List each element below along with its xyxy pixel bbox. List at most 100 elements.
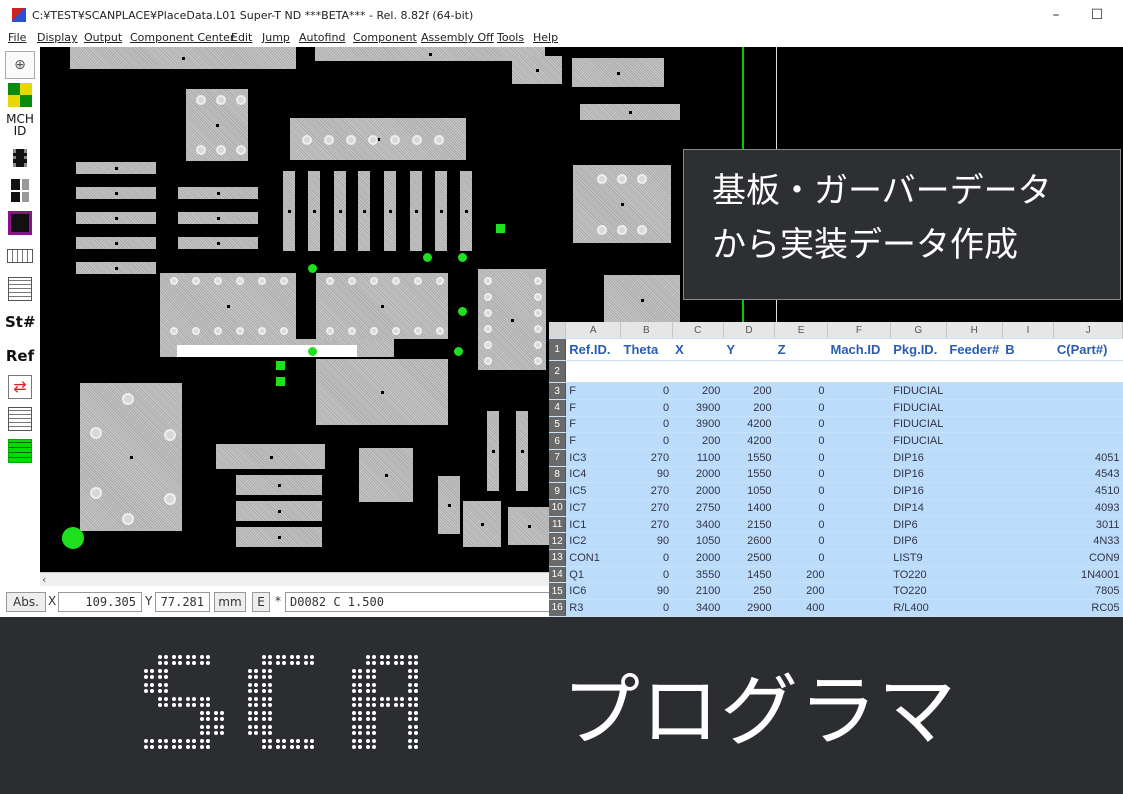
table-cell[interactable]: 0 bbox=[774, 382, 828, 400]
pcb-footprint[interactable] bbox=[216, 444, 325, 469]
table-cell[interactable] bbox=[827, 416, 891, 434]
table-cell[interactable] bbox=[946, 432, 1003, 450]
empty-cell[interactable] bbox=[827, 360, 891, 384]
table-row[interactable]: 10 IC7 270 2750 1400 0 DIP14 4093 bbox=[549, 499, 1123, 517]
table-cell[interactable]: 2000 bbox=[672, 482, 724, 500]
pcb-footprint[interactable] bbox=[283, 171, 295, 251]
part-info-field[interactable]: D0082 C 1.500 bbox=[285, 592, 550, 612]
table-cell[interactable]: FIDUCIAL bbox=[890, 416, 947, 434]
pcb-footprint[interactable] bbox=[572, 58, 664, 87]
table-cell[interactable]: Q1 bbox=[565, 566, 621, 584]
absolute-mode-button[interactable]: Abs. bbox=[6, 592, 46, 612]
table-cell[interactable]: DIP6 bbox=[890, 516, 947, 534]
board-select-icon[interactable] bbox=[5, 209, 35, 237]
table-cell[interactable]: 270 bbox=[620, 449, 673, 467]
table-cell[interactable]: F bbox=[565, 399, 621, 417]
pcb-footprint[interactable] bbox=[160, 273, 296, 339]
pcb-footprint[interactable] bbox=[236, 475, 322, 495]
pcb-footprint[interactable] bbox=[460, 171, 472, 251]
menu-assembly-off[interactable]: Assembly Off bbox=[421, 31, 494, 44]
row-number[interactable]: 4 bbox=[549, 399, 567, 417]
select-all-corner[interactable] bbox=[549, 322, 567, 340]
table-cell[interactable]: F bbox=[565, 416, 621, 434]
empty-cell[interactable] bbox=[1002, 360, 1054, 384]
table-cell[interactable]: 2150 bbox=[723, 516, 775, 534]
column-letter[interactable]: E bbox=[774, 322, 828, 340]
table-view-icon[interactable] bbox=[5, 275, 35, 303]
row-number[interactable]: 16 bbox=[549, 599, 567, 617]
table-cell[interactable]: FIDUCIAL bbox=[890, 382, 947, 400]
row-number[interactable]: 15 bbox=[549, 582, 567, 601]
table-cell[interactable]: 1050 bbox=[723, 482, 775, 500]
list-view-icon[interactable] bbox=[5, 243, 35, 271]
table-cell[interactable] bbox=[827, 482, 891, 500]
x-coordinate-field[interactable]: 109.305 bbox=[58, 592, 142, 612]
table-cell[interactable]: 0 bbox=[774, 482, 828, 500]
table-cell[interactable]: LIST9 bbox=[890, 549, 947, 567]
row-number[interactable]: 14 bbox=[549, 566, 567, 584]
table-cell[interactable]: F bbox=[565, 432, 621, 450]
table-cell[interactable] bbox=[1002, 432, 1054, 450]
fiducial-mark[interactable] bbox=[62, 527, 84, 549]
table-cell[interactable]: 7805 bbox=[1053, 582, 1123, 601]
color-grid-icon[interactable] bbox=[5, 83, 35, 111]
row-number[interactable]: 6 bbox=[549, 432, 567, 450]
table-cell[interactable]: 200 bbox=[723, 399, 775, 417]
selection-bar[interactable] bbox=[177, 345, 357, 357]
table-cell[interactable] bbox=[946, 416, 1003, 434]
table-cell[interactable] bbox=[1053, 416, 1123, 434]
column-letter[interactable]: H bbox=[946, 322, 1003, 340]
table-cell[interactable]: DIP16 bbox=[890, 482, 947, 500]
component-add-icon[interactable] bbox=[5, 177, 35, 205]
table-row[interactable]: 5 F 0 3900 4200 0 FIDUCIAL bbox=[549, 416, 1123, 434]
table-cell[interactable] bbox=[946, 549, 1003, 567]
table-cell[interactable]: 3400 bbox=[672, 599, 724, 617]
row-number[interactable]: 12 bbox=[549, 532, 567, 551]
pcb-footprint[interactable] bbox=[70, 47, 296, 69]
table-cell[interactable]: R/L400 bbox=[890, 599, 947, 617]
table-cell[interactable]: 0 bbox=[774, 499, 828, 517]
pcb-footprint[interactable] bbox=[308, 347, 317, 356]
pcb-footprint[interactable] bbox=[604, 275, 680, 324]
table-cell[interactable]: 4093 bbox=[1053, 499, 1123, 517]
e-button[interactable]: E bbox=[252, 592, 270, 612]
table-cell[interactable] bbox=[1002, 466, 1054, 484]
table-cell[interactable]: 1400 bbox=[723, 499, 775, 517]
table-row[interactable]: 12 IC2 90 1050 2600 0 DIP6 4N33 bbox=[549, 532, 1123, 551]
pcb-footprint[interactable] bbox=[276, 377, 285, 386]
table-cell[interactable] bbox=[827, 599, 891, 617]
table-cell[interactable]: 200 bbox=[774, 582, 828, 601]
pcb-footprint[interactable] bbox=[458, 307, 467, 316]
column-header[interactable]: X bbox=[672, 338, 724, 362]
row-number[interactable]: 11 bbox=[549, 516, 567, 534]
table-cell[interactable]: CON1 bbox=[565, 549, 621, 567]
pcb-footprint[interactable] bbox=[316, 359, 448, 425]
menu-tools[interactable]: Tools bbox=[497, 31, 524, 44]
rotate-icon[interactable]: ⇄ bbox=[5, 373, 35, 401]
table-cell[interactable]: RC05 bbox=[1053, 599, 1123, 617]
row-number[interactable]: 13 bbox=[549, 549, 567, 567]
table-cell[interactable] bbox=[1002, 449, 1054, 467]
pcb-footprint[interactable] bbox=[178, 212, 258, 224]
table-cell[interactable] bbox=[1053, 399, 1123, 417]
table-cell[interactable]: 0 bbox=[620, 416, 673, 434]
empty-cell[interactable] bbox=[565, 360, 621, 384]
row-number[interactable]: 2 bbox=[549, 360, 567, 384]
column-header[interactable]: C(Part#) bbox=[1053, 338, 1123, 362]
table-cell[interactable]: 200 bbox=[672, 382, 724, 400]
row-number[interactable]: 7 bbox=[549, 449, 567, 467]
table-cell[interactable]: IC2 bbox=[565, 532, 621, 551]
table-cell[interactable]: 200 bbox=[672, 432, 724, 450]
pcb-footprint[interactable] bbox=[384, 171, 396, 251]
table-cell[interactable]: IC4 bbox=[565, 466, 621, 484]
table-cell[interactable] bbox=[946, 449, 1003, 467]
table-cell[interactable]: 0 bbox=[774, 532, 828, 551]
table-cell[interactable]: DIP14 bbox=[890, 499, 947, 517]
table-cell[interactable] bbox=[946, 499, 1003, 517]
table-cell[interactable] bbox=[946, 482, 1003, 500]
chip-icon[interactable] bbox=[5, 145, 35, 173]
menu-component[interactable]: Component bbox=[353, 31, 417, 44]
pcb-footprint[interactable] bbox=[315, 47, 545, 61]
table-row[interactable]: 7 IC3 270 1100 1550 0 DIP16 4051 bbox=[549, 449, 1123, 467]
column-header[interactable]: Y bbox=[723, 338, 775, 362]
